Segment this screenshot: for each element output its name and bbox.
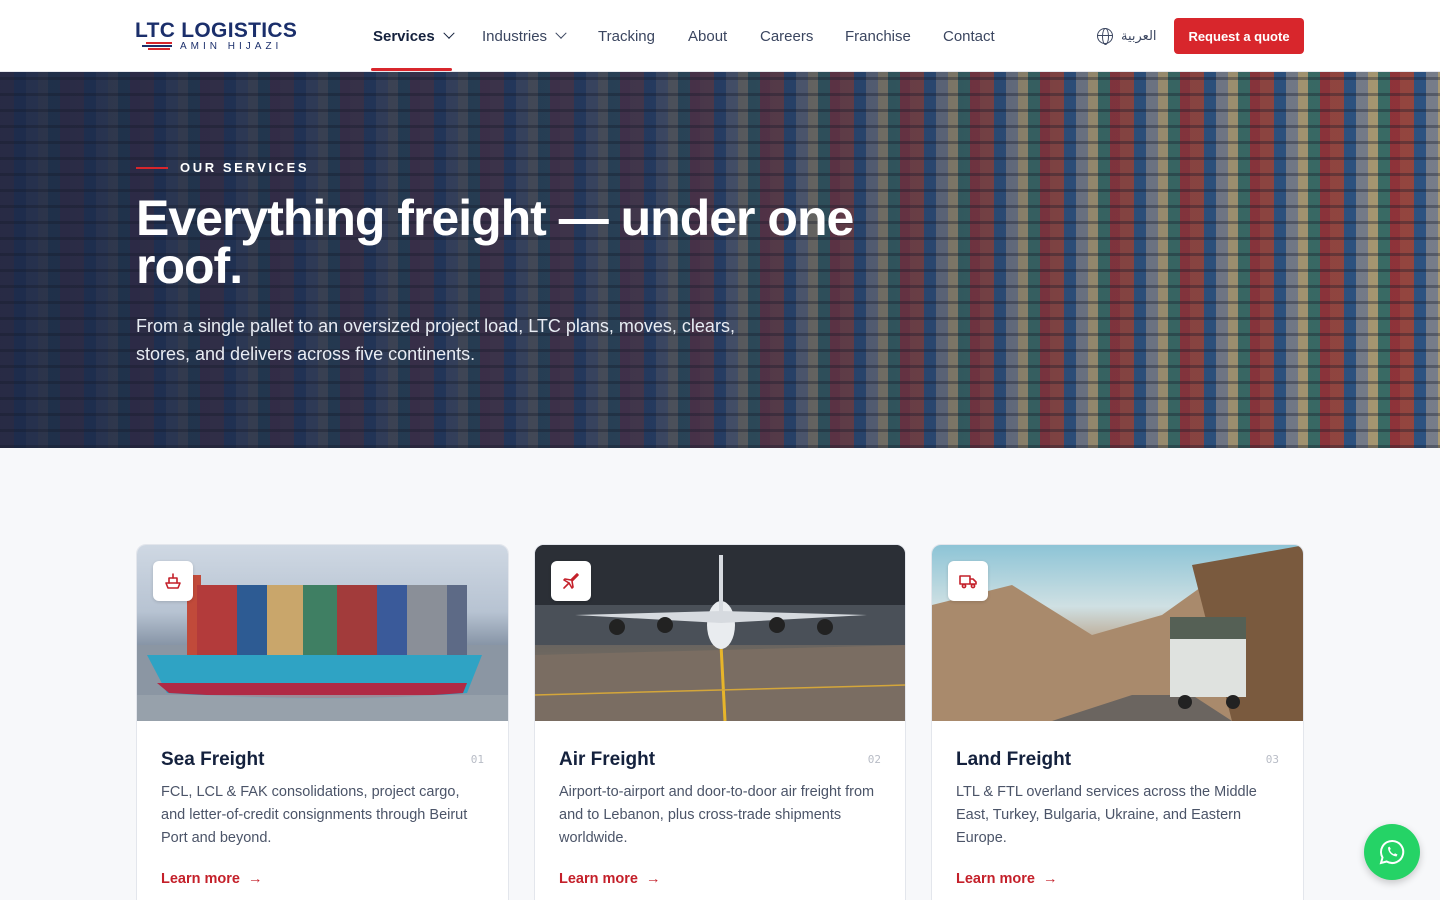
- nav-tracking[interactable]: Tracking: [598, 26, 655, 46]
- language-label: العربية: [1121, 28, 1157, 43]
- card-number: 02: [867, 753, 881, 766]
- request-quote-button[interactable]: Request a quote: [1174, 18, 1304, 54]
- sea-freight-image: [137, 545, 508, 721]
- learn-more-label: Learn more: [161, 871, 240, 887]
- logo-subtitle: AMIN HIJAZI: [180, 41, 283, 52]
- hero-banner: OUR SERVICES Everything freight — under …: [0, 72, 1440, 448]
- eyebrow-accent-line: [136, 166, 168, 169]
- nav-contact-label: Contact: [943, 27, 995, 45]
- globe-icon: [1097, 28, 1113, 45]
- nav-about-label: About: [688, 27, 728, 45]
- nav-franchise[interactable]: Franchise: [845, 26, 911, 46]
- card-description: LTL & FTL overland services across the M…: [956, 784, 1257, 846]
- card-title: Land Freight: [956, 749, 1072, 770]
- arrow-right-icon: →: [247, 871, 263, 887]
- card-title: Sea Freight: [161, 749, 265, 770]
- logo[interactable]: LTC LOGISTICS AMIN HIJAZI: [134, 18, 297, 54]
- truck-icon: [948, 561, 988, 601]
- logo-stripes-icon: [140, 42, 172, 50]
- nav-careers[interactable]: Careers: [760, 26, 813, 46]
- chevron-down-icon: [443, 27, 455, 39]
- hero-eyebrow: OUR SERVICES: [136, 160, 309, 175]
- service-card-sea[interactable]: Sea Freight 01 FCL, LCL & FAK consolidat…: [136, 544, 509, 900]
- nav-industries[interactable]: Industries: [482, 26, 567, 46]
- card-title: Air Freight: [559, 749, 656, 770]
- plane-icon: [551, 561, 591, 601]
- nav-contact[interactable]: Contact: [943, 26, 995, 46]
- nav-industries-label: Industries: [482, 27, 548, 45]
- logo-wordmark: LTC LOGISTICS: [135, 19, 298, 42]
- nav-about[interactable]: About: [688, 26, 727, 46]
- ship-icon: [153, 561, 193, 601]
- nav-franchise-label: Franchise: [845, 27, 911, 45]
- card-number: 01: [470, 753, 484, 766]
- arrow-right-icon: →: [1042, 871, 1058, 887]
- arrow-right-icon: →: [645, 871, 661, 887]
- nav-careers-label: Careers: [760, 27, 814, 45]
- hero-subtitle: From a single pallet to an oversized pro…: [136, 316, 735, 364]
- whatsapp-icon: [1379, 839, 1405, 865]
- whatsapp-chat-button[interactable]: [1364, 824, 1420, 880]
- hero-title: Everything freight — under one roof.: [136, 190, 854, 294]
- learn-more-label: Learn more: [956, 871, 1035, 887]
- site-header: LTC LOGISTICS AMIN HIJAZI Services Indus…: [0, 0, 1440, 72]
- nav-tracking-label: Tracking: [598, 27, 655, 45]
- eyebrow-text: OUR SERVICES: [180, 160, 310, 175]
- nav-active-indicator: [371, 68, 452, 71]
- service-card-land[interactable]: Land Freight 03 LTL & FTL overland servi…: [931, 544, 1304, 900]
- learn-more-link[interactable]: Learn more →: [956, 871, 1057, 887]
- card-number: 03: [1265, 753, 1279, 766]
- chevron-down-icon: [555, 27, 567, 39]
- service-card-air[interactable]: Air Freight 02 Airport-to-airport and do…: [534, 544, 906, 900]
- air-freight-image: [535, 545, 905, 721]
- card-description: Airport-to-airport and door-to-door air …: [559, 784, 875, 846]
- land-freight-image: [932, 545, 1303, 721]
- learn-more-link[interactable]: Learn more →: [559, 871, 660, 887]
- card-description: FCL, LCL & FAK consolidations, project c…: [161, 784, 468, 846]
- learn-more-label: Learn more: [559, 871, 638, 887]
- language-switcher[interactable]: العربية: [1097, 26, 1157, 46]
- nav-services-label: Services: [373, 27, 435, 45]
- nav-services[interactable]: Services: [373, 26, 455, 46]
- learn-more-link[interactable]: Learn more →: [161, 871, 262, 887]
